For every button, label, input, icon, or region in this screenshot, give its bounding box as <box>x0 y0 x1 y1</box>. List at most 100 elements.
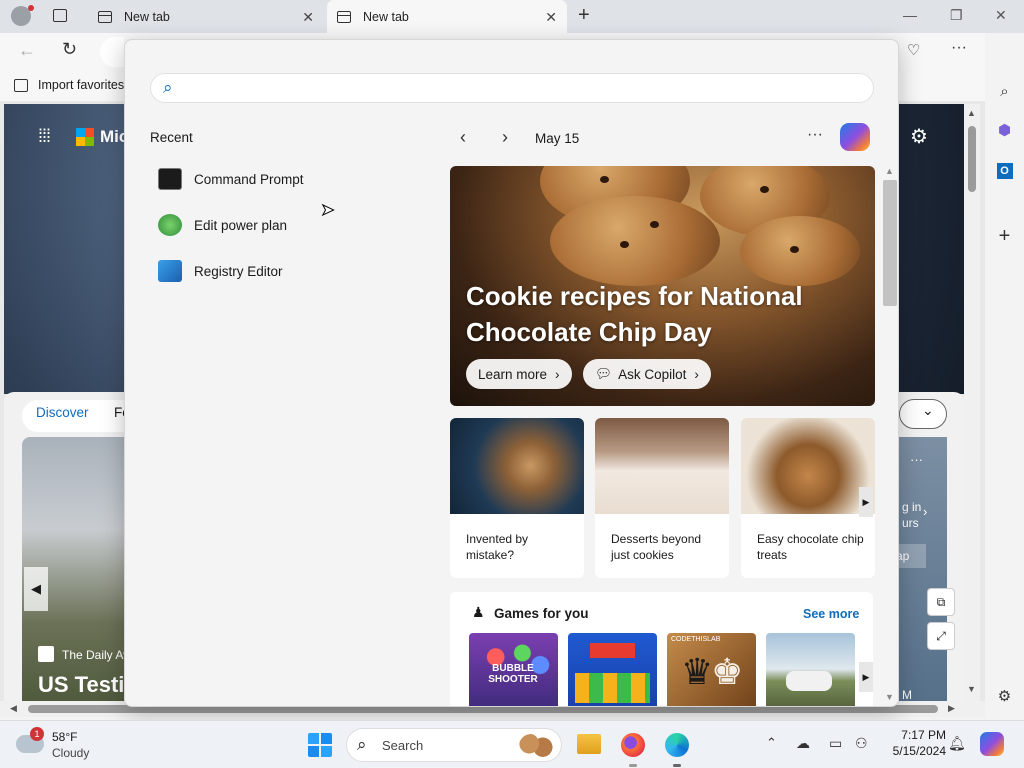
story-card[interactable]: Easy chocolate chip treats <box>741 418 875 578</box>
chess-piece-icon: ♚ <box>711 651 744 692</box>
weather-badge: 1 <box>30 727 44 741</box>
panel-scrollbar[interactable]: ▲ ▼ <box>882 166 898 706</box>
search-icon: ⌕ <box>357 735 367 754</box>
minimize-button[interactable]: — <box>903 7 917 23</box>
notifications-bell-icon[interactable]: 🔔︎ <box>948 735 966 752</box>
right-card-button[interactable]: ap <box>896 544 926 568</box>
carousel-prev-button[interactable]: ◀ <box>24 567 48 611</box>
import-icon <box>14 78 28 92</box>
display-icon[interactable]: ▭ <box>829 735 842 752</box>
add-sidebar-app-icon[interactable]: + <box>985 225 1024 248</box>
edge-icon[interactable] <box>665 733 689 757</box>
game-tile-chess[interactable]: CODETHISLAB ♛ ♚ <box>667 633 756 706</box>
tab-1[interactable]: New tab ✕ <box>88 0 324 33</box>
sidebar-search-icon[interactable]: ⌕ <box>985 83 1024 100</box>
chevron-left-icon[interactable]: ‹ <box>460 127 466 148</box>
back-icon[interactable]: ← <box>18 40 36 61</box>
search-input[interactable]: ⌕ <box>150 73 874 103</box>
recent-item-command-prompt[interactable]: Command Prompt <box>158 164 304 194</box>
copilot-logo-icon[interactable] <box>840 123 870 151</box>
close-window-button[interactable]: ✕ <box>995 7 1007 24</box>
story-card[interactable]: Desserts beyond just cookies <box>595 418 729 578</box>
close-tab-icon[interactable]: ✕ <box>302 9 314 26</box>
expand-icon[interactable]: ⤢ <box>927 622 955 650</box>
tab-page-icon <box>98 10 112 23</box>
scroll-up-icon[interactable]: ▲ <box>885 166 894 176</box>
scroll-right-icon[interactable]: ▶ <box>948 703 955 714</box>
clock-date: 5/15/2024 <box>892 744 946 758</box>
scroll-down-icon[interactable]: ▼ <box>885 692 894 702</box>
chevron-right-icon[interactable]: › <box>502 127 508 148</box>
scroll-down-icon[interactable]: ▼ <box>967 684 976 694</box>
ask-copilot-button[interactable]: 💬︎ Ask Copilot › <box>583 359 711 389</box>
games-section: ♟ Games for you See more BUBBLE SHOOTER … <box>450 592 873 706</box>
health-icon[interactable]: ♡ <box>907 41 920 59</box>
tab-2[interactable]: New tab ✕ <box>327 0 567 33</box>
scroll-thumb[interactable] <box>968 126 976 192</box>
tab-1-label: New tab <box>124 9 170 24</box>
weather-condition: Cloudy <box>52 746 90 760</box>
address-bar[interactable] <box>100 37 124 67</box>
cards-next-button[interactable]: ▶ <box>859 487 873 517</box>
file-explorer-icon[interactable] <box>577 734 601 754</box>
tab-2-label: New tab <box>363 9 409 24</box>
scroll-left-icon[interactable]: ◀ <box>10 703 17 714</box>
chat-bubble-icon: 💬︎ <box>595 366 613 381</box>
feature-card[interactable]: Cookie recipes for National Chocolate Ch… <box>450 166 875 406</box>
onedrive-icon[interactable]: ☁ <box>796 735 810 752</box>
see-more-link[interactable]: See more <box>803 607 859 621</box>
story-card[interactable]: Invented by mistake? <box>450 418 584 578</box>
more-options-icon[interactable]: ··· <box>807 126 823 144</box>
cookie-image <box>740 216 860 286</box>
new-tab-button[interactable]: + <box>578 4 590 27</box>
recent-item-registry-editor[interactable]: Registry Editor <box>158 256 283 286</box>
registry-editor-icon <box>158 260 182 282</box>
sidebar-copilot-icon[interactable]: ⬢ <box>985 121 1024 139</box>
page-vertical-scrollbar[interactable]: ▲ ▼ <box>964 104 980 701</box>
refresh-icon[interactable]: ↻ <box>62 39 77 60</box>
tab-actions-icon[interactable] <box>53 9 67 22</box>
feature-title[interactable]: Cookie recipes for National Chocolate Ch… <box>466 278 846 350</box>
search-highlight-icon <box>519 734 553 758</box>
feed-tab-discover[interactable]: Discover <box>36 405 89 420</box>
network-icon[interactable]: ⚇ <box>855 735 868 752</box>
page-settings-icon[interactable]: ⚙ <box>910 124 928 149</box>
news-headline[interactable]: US Testi <box>38 672 124 698</box>
clock[interactable]: 7:17 PM 5/15/2024 <box>882 728 946 758</box>
weather-widget[interactable]: 1 58°F Cloudy <box>16 727 106 763</box>
outlook-icon[interactable]: O <box>985 161 1024 179</box>
sidebar-settings-icon[interactable]: ⚙ <box>985 687 1024 705</box>
news-source-logo <box>38 646 54 662</box>
restore-button[interactable]: ❐ <box>950 7 963 24</box>
game-tile-bubble-shooter[interactable]: BUBBLE SHOOTER <box>469 633 558 706</box>
story-image <box>450 418 584 514</box>
apps-grid-icon[interactable]: ⁞⁞⁞ <box>38 126 51 147</box>
game-tile-blocks[interactable] <box>568 633 657 706</box>
game-tile-racing[interactable] <box>766 633 855 706</box>
show-hidden-icons[interactable]: ⌃ <box>766 735 777 751</box>
firefox-icon[interactable] <box>621 733 645 757</box>
title-bar: New tab ✕ New tab ✕ + — ❐ ✕ <box>0 0 1024 33</box>
games-icon: ♟ <box>472 604 485 620</box>
taskbar-search-box[interactable]: ⌕ Search <box>346 728 562 762</box>
recent-item-edit-power-plan[interactable]: Edit power plan <box>158 210 287 240</box>
cookie-image <box>550 196 720 286</box>
panel-scroll-thumb[interactable] <box>883 180 897 306</box>
date-label: May 15 <box>535 131 580 146</box>
more-options-icon[interactable]: ··· <box>951 39 967 57</box>
right-news-card[interactable] <box>899 437 947 702</box>
close-tab-icon[interactable]: ✕ <box>545 9 557 26</box>
microsoft-logo <box>76 128 94 146</box>
command-prompt-icon <box>158 168 182 190</box>
import-favorites-link[interactable]: Import favorites <box>14 78 124 92</box>
chevron-right-icon: › <box>923 504 928 519</box>
learn-more-button[interactable]: Learn more › <box>466 359 572 389</box>
start-button[interactable] <box>308 733 332 757</box>
feedback-icon[interactable]: ⧉ <box>927 588 955 616</box>
active-app-indicator <box>673 764 681 767</box>
right-card-more-icon[interactable]: ··· <box>910 452 923 467</box>
scroll-up-icon[interactable]: ▲ <box>967 108 976 118</box>
story-image <box>595 418 729 514</box>
copilot-taskbar-icon[interactable] <box>980 732 1004 756</box>
games-next-button[interactable]: ▶ <box>859 662 873 692</box>
